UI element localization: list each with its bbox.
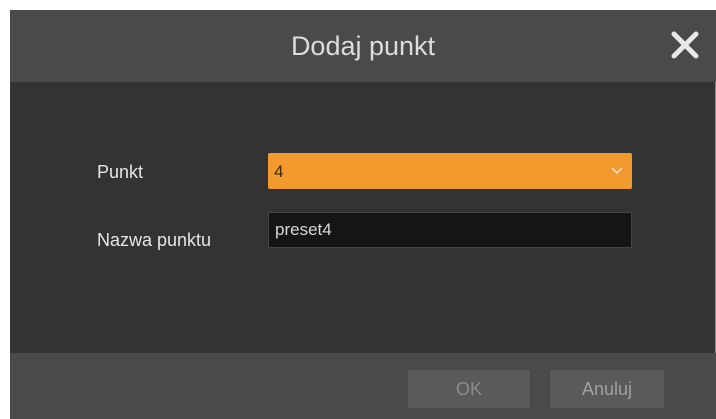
- dialog-titlebar: Dodaj punkt: [10, 10, 716, 82]
- dialog-footer: OK Anuluj: [10, 353, 716, 419]
- point-label: Punkt: [97, 162, 144, 182]
- cancel-button[interactable]: Anuluj: [550, 370, 664, 408]
- dialog-title: Dodaj punkt: [290, 31, 436, 61]
- ok-button[interactable]: OK: [408, 370, 530, 408]
- close-icon: [671, 31, 699, 59]
- point-name-input[interactable]: [268, 212, 632, 248]
- close-button[interactable]: [668, 28, 702, 62]
- add-point-dialog: Dodaj punkt Punkt 4 Nazwa punktu OK Anul…: [10, 10, 716, 419]
- screen: Dodaj punkt Punkt 4 Nazwa punktu OK Anul…: [0, 0, 716, 419]
- point-name-label: Nazwa punktu: [97, 230, 212, 250]
- point-select[interactable]: 4: [268, 153, 632, 189]
- point-select-value: 4: [274, 162, 284, 181]
- chevron-down-icon: [611, 167, 623, 175]
